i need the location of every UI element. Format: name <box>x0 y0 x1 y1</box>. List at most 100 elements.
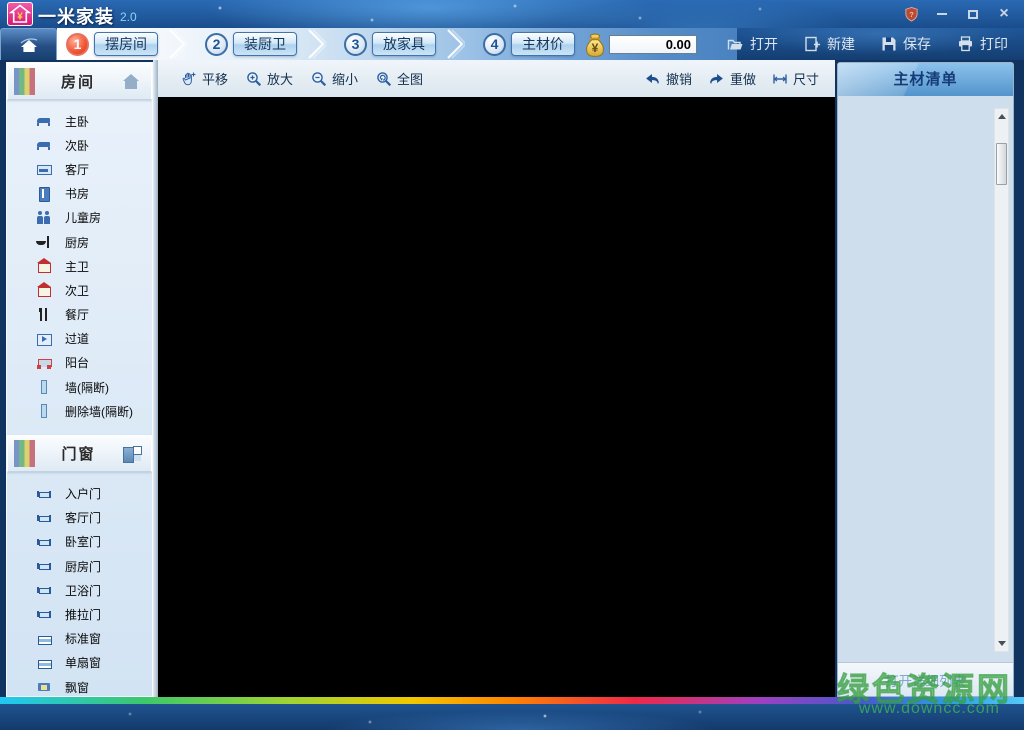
sidebar-item[interactable]: 飘窗 <box>7 675 152 696</box>
door-icon <box>36 534 52 550</box>
sofa-icon <box>36 161 52 177</box>
new-file-icon <box>805 36 820 52</box>
home-yuan-logo-icon: ¥ <box>7 2 33 26</box>
sidebar-item[interactable]: 卧室门 <box>7 530 152 554</box>
sidebar-item[interactable]: 过道 <box>7 327 152 351</box>
canvas-toolbar: 平移 放大 缩小 全图 撤销 重做 尺寸 <box>158 60 835 97</box>
pan-button[interactable]: 平移 <box>180 69 228 88</box>
scroll-down-icon[interactable] <box>995 637 1008 650</box>
bath-icon <box>36 282 52 298</box>
floorplan-canvas[interactable] <box>158 97 835 697</box>
minimize-button[interactable] <box>930 4 954 24</box>
sidebar-item-label: 标准窗 <box>65 632 102 647</box>
step-4-button[interactable]: 主材价 <box>511 32 575 56</box>
door-icon <box>36 510 52 526</box>
pan-hand-icon <box>182 72 196 85</box>
undo-icon <box>646 74 659 84</box>
sidebar-item[interactable]: 标准窗 <box>7 627 152 651</box>
zoom-out-button[interactable]: 缩小 <box>311 69 358 88</box>
door-window-icon <box>122 445 142 464</box>
open-folder-icon <box>727 39 743 49</box>
door-icon <box>36 606 52 622</box>
open-button[interactable]: 打开 <box>727 34 778 54</box>
maximize-icon <box>968 9 978 19</box>
svg-text:?: ? <box>909 9 914 18</box>
undo-label: 撤销 <box>665 72 692 87</box>
currency-symbol: ¥ <box>591 40 599 55</box>
step-2-badge: 2 <box>205 32 228 56</box>
sidebar-item[interactable]: 删除墙(隔断) <box>7 399 152 423</box>
bed-icon <box>36 113 52 129</box>
sidebar-item-label: 飘窗 <box>65 680 90 695</box>
sidebar-item[interactable]: 书房 <box>7 182 152 206</box>
dining-icon <box>36 307 52 323</box>
step-3-button[interactable]: 放家具 <box>372 32 436 56</box>
materials-scrollbar[interactable] <box>994 108 1009 652</box>
sidebar-item[interactable]: 主卧 <box>7 109 152 133</box>
sidebar-item[interactable]: 儿童房 <box>7 206 152 230</box>
maximize-button[interactable] <box>961 4 985 24</box>
app-window: ¥ 一米家装 2.0 ? × 1 摆房间 2 装厨卫 3 放家具 4 主材价 ¥… <box>0 0 1024 730</box>
step-2-button[interactable]: 装厨卫 <box>233 32 297 56</box>
children-icon <box>36 210 52 226</box>
door-icon <box>36 582 52 598</box>
redo-icon <box>710 74 723 84</box>
sidebar-item[interactable]: 次卫 <box>7 278 152 302</box>
save-button[interactable]: 保存 <box>881 34 931 54</box>
sidebar-item[interactable]: 厨房门 <box>7 554 152 578</box>
step-toolbar: 1 摆房间 2 装厨卫 3 放家具 4 主材价 ¥ 0.00 打开 新建 保存 … <box>0 28 1024 60</box>
sidebar-item[interactable]: 次卧 <box>7 133 152 157</box>
bath-icon <box>36 258 52 274</box>
zoom-out-icon <box>312 71 327 86</box>
balcony-icon <box>36 355 52 371</box>
book-icon <box>36 186 52 202</box>
watermark-url: www.downcc.com <box>858 700 1000 717</box>
scroll-up-icon[interactable] <box>995 110 1008 123</box>
sidebar-section-title: 门窗 <box>61 446 96 464</box>
redo-button[interactable]: 重做 <box>708 69 756 88</box>
sidebar-section-title: 房间 <box>60 74 95 91</box>
sidebar-item[interactable]: 单扇窗 <box>7 651 152 675</box>
sidebar-item-label: 主卧 <box>65 114 90 129</box>
minimize-icon <box>937 13 947 15</box>
wall-icon <box>36 379 52 395</box>
print-label: 打印 <box>980 36 1008 52</box>
door-icon <box>36 558 52 574</box>
save-label: 保存 <box>903 36 931 52</box>
undo-button[interactable]: 撤销 <box>644 69 692 88</box>
scrollbar-thumb[interactable] <box>996 143 1007 185</box>
sidebar-item-label: 次卫 <box>65 283 90 298</box>
close-button[interactable]: × <box>992 4 1016 24</box>
open-label: 打开 <box>750 36 778 52</box>
home-icon <box>20 37 37 52</box>
sidebar-section-header: 房间 <box>7 63 152 100</box>
sidebar-item-label: 过道 <box>65 332 90 347</box>
sidebar-item[interactable]: 墙(隔断) <box>7 375 152 399</box>
total-price-field[interactable] <box>609 34 697 54</box>
sidebar-item[interactable]: 入户门 <box>7 481 152 505</box>
dimension-button[interactable]: 尺寸 <box>772 69 819 88</box>
security-shield-icon[interactable]: ? <box>899 4 923 24</box>
sidebar-item[interactable]: 客厅门 <box>7 506 152 530</box>
sidebar-item[interactable]: 餐厅 <box>7 303 152 327</box>
zoom-in-button[interactable]: 放大 <box>246 69 293 88</box>
sidebar-item[interactable]: 卫浴门 <box>7 578 152 602</box>
home-button[interactable] <box>0 28 57 60</box>
steps-band: 1 摆房间 2 装厨卫 3 放家具 4 主材价 ¥ 0.00 <box>57 28 737 60</box>
file-actions: 打开 新建 保存 打印 <box>727 28 1008 60</box>
sidebar-item-label: 卧室门 <box>65 535 102 550</box>
sidebar-item-label: 主卫 <box>65 259 90 274</box>
fit-view-button[interactable]: 全图 <box>376 69 423 88</box>
sidebar-item[interactable]: 主卫 <box>7 254 152 278</box>
sidebar-item[interactable]: 客厅 <box>7 157 152 181</box>
sidebar-item[interactable]: 阳台 <box>7 351 152 375</box>
zoom-in-label: 放大 <box>267 72 294 87</box>
sidebar-item[interactable]: 推拉门 <box>7 602 152 626</box>
print-icon <box>959 36 972 52</box>
print-button[interactable]: 打印 <box>957 34 1008 54</box>
step-1-button[interactable]: 摆房间 <box>94 32 158 56</box>
sidebar-item-label: 阳台 <box>65 356 90 371</box>
sidebar-item[interactable]: 厨房 <box>7 230 152 254</box>
chevron-separator-icon <box>169 29 187 59</box>
new-button[interactable]: 新建 <box>804 34 855 54</box>
